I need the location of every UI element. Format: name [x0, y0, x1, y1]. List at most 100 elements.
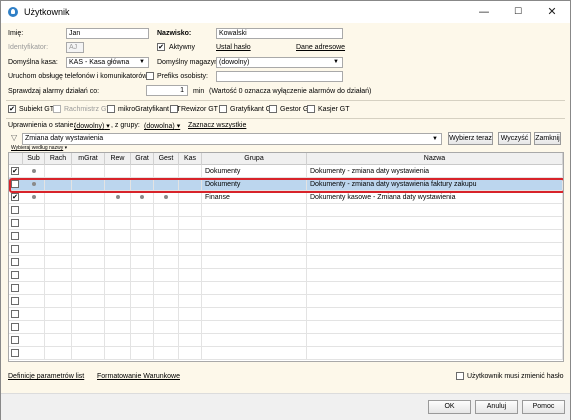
- anuluj-button[interactable]: Anuluj: [475, 400, 518, 414]
- empty-cell: [72, 256, 105, 269]
- grupa-dropdown[interactable]: (dowolna) ▾: [144, 122, 180, 130]
- column-header[interactable]: mGrat: [72, 153, 105, 165]
- row-checkbox[interactable]: [11, 245, 19, 253]
- table-row[interactable]: [9, 282, 563, 295]
- table-row[interactable]: [9, 204, 563, 217]
- role-label: Subiekt GT: [19, 106, 55, 113]
- role-checkbox[interactable]: [219, 105, 227, 113]
- row-checkbox[interactable]: [11, 258, 19, 266]
- empty-cell: [202, 295, 307, 308]
- search-select[interactable]: Zmiana daty wystawienia ▼: [22, 133, 442, 145]
- column-header[interactable]: Grupa: [202, 153, 307, 165]
- table-row[interactable]: [9, 308, 563, 321]
- row-checkbox[interactable]: [11, 219, 19, 227]
- role-checkbox[interactable]: [170, 105, 178, 113]
- aktywny-checkbox[interactable]: ✔: [157, 43, 165, 51]
- row-checkbox[interactable]: [11, 180, 19, 188]
- table-row[interactable]: [9, 269, 563, 282]
- row-checkbox[interactable]: [11, 336, 19, 344]
- minimize-icon[interactable]: —: [467, 1, 501, 23]
- role-checkbox: [53, 105, 61, 113]
- permission-cell: [105, 165, 131, 178]
- row-checkbox[interactable]: [11, 232, 19, 240]
- alarmy-field[interactable]: 1: [146, 85, 188, 96]
- permission-cell: [105, 178, 131, 191]
- ok-button[interactable]: OK: [428, 400, 471, 414]
- wyczysc-button[interactable]: Wyczyść: [498, 132, 531, 145]
- formatowanie-link[interactable]: Formatowanie Warunkowe: [97, 373, 180, 380]
- role-checkbox[interactable]: [307, 105, 315, 113]
- empty-cell: [72, 347, 105, 360]
- table-row[interactable]: [9, 295, 563, 308]
- dane-adresowe-link[interactable]: Dane adresowe: [296, 44, 345, 51]
- row-checkbox[interactable]: [11, 206, 19, 214]
- kasa-select[interactable]: KAS - Kasa główna ▼: [66, 57, 149, 68]
- prefiks-field[interactable]: [216, 71, 343, 82]
- column-header[interactable]: Gest: [154, 153, 179, 165]
- table-row[interactable]: [9, 256, 563, 269]
- row-checkbox[interactable]: ✔: [11, 193, 19, 201]
- close-icon[interactable]: ✕: [535, 1, 569, 23]
- role-checkbox[interactable]: [107, 105, 115, 113]
- empty-cell: [105, 230, 131, 243]
- zamknij-button[interactable]: Zamknij: [534, 132, 561, 145]
- column-header[interactable]: Nazwa: [307, 153, 563, 165]
- table-row[interactable]: ✔ Finanse Dokumenty kasowe - Zmiana daty w…: [9, 191, 563, 204]
- magazyn-select[interactable]: (dowolny) ▼: [216, 57, 343, 68]
- ustal-haslo-link[interactable]: Ustal hasło: [216, 44, 251, 51]
- definicje-link[interactable]: Definicje parametrów list: [8, 373, 84, 380]
- wybieraj-wedlug-dropdown[interactable]: Wybieraj według nazwy ▾: [11, 145, 67, 151]
- row-checkbox[interactable]: ✔: [11, 167, 19, 175]
- empty-cell: [179, 308, 202, 321]
- nazwisko-field[interactable]: Kowalski: [216, 28, 343, 39]
- table-row[interactable]: [9, 217, 563, 230]
- role-checkbox[interactable]: [269, 105, 277, 113]
- grid-header: Sub Rach mGrat Rew Grat Gest Kas Grupa Nazwa: [9, 153, 563, 165]
- table-row[interactable]: [9, 230, 563, 243]
- row-checkbox[interactable]: [11, 284, 19, 292]
- empty-cell: [154, 217, 179, 230]
- alarmy-label: Sprawdzaj alarmy działań co:: [8, 88, 100, 95]
- table-row[interactable]: [9, 243, 563, 256]
- row-checkbox[interactable]: [11, 349, 19, 357]
- empty-cell: [105, 347, 131, 360]
- row-checkbox[interactable]: [11, 297, 19, 305]
- column-header[interactable]: Sub: [23, 153, 45, 165]
- table-row[interactable]: ✔ Dokumenty Dokumenty - zmiana daty wystaw…: [9, 165, 563, 178]
- table-row[interactable]: Dokumenty Dokumenty - zmiana daty wystawi…: [9, 178, 563, 191]
- empty-cell: [202, 334, 307, 347]
- empty-cell: [72, 204, 105, 217]
- column-header[interactable]: Grat: [131, 153, 154, 165]
- musi-zmienic-checkbox[interactable]: [456, 372, 464, 380]
- empty-cell: [202, 256, 307, 269]
- table-row[interactable]: [9, 334, 563, 347]
- zaznacz-wszystkie-link[interactable]: Zaznacz wszystkie: [188, 122, 246, 129]
- imie-field[interactable]: Jan: [66, 28, 149, 39]
- permission-cell: [131, 191, 154, 204]
- permission-cell: [179, 178, 202, 191]
- empty-cell: [131, 321, 154, 334]
- empty-cell: [105, 282, 131, 295]
- row-checkbox[interactable]: [11, 271, 19, 279]
- filter-icon: ▽: [11, 133, 18, 142]
- row-checkbox[interactable]: [11, 323, 19, 331]
- uruchom-checkbox[interactable]: [146, 72, 154, 80]
- empty-cell: [23, 230, 45, 243]
- table-row[interactable]: [9, 321, 563, 334]
- grupa-cell: Finanse: [202, 191, 307, 204]
- empty-cell: [72, 230, 105, 243]
- chevron-down-icon: ▼: [333, 59, 339, 65]
- role-checkbox[interactable]: ✔: [8, 105, 16, 113]
- maximize-icon[interactable]: ☐: [501, 1, 535, 23]
- stan-dropdown[interactable]: (dowolny) ▾: [74, 122, 110, 130]
- table-row[interactable]: [9, 347, 563, 360]
- wybierz-teraz-button[interactable]: Wybierz teraz: [448, 132, 493, 145]
- pomoc-button[interactable]: Pomoc: [522, 400, 565, 414]
- column-header[interactable]: Rach: [45, 153, 72, 165]
- column-header[interactable]: Rew: [105, 153, 131, 165]
- column-header[interactable]: Kas: [179, 153, 202, 165]
- row-checkbox[interactable]: [11, 310, 19, 318]
- permission-cell: [72, 165, 105, 178]
- permission-cell: [154, 191, 179, 204]
- grid-header-check[interactable]: [9, 153, 23, 165]
